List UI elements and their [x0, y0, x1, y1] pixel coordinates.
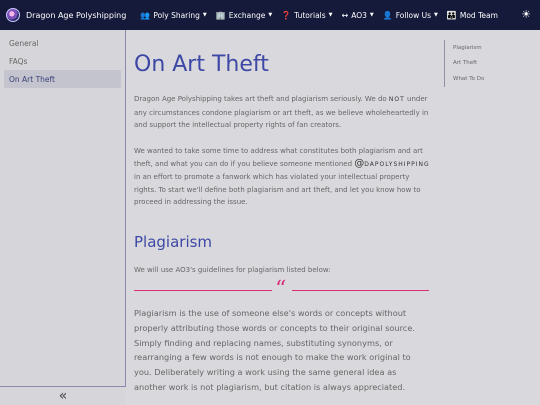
section-heading-plagiarism: Plagiarism	[134, 233, 213, 251]
nav-label: Tutorials	[294, 10, 326, 20]
emphasis-not: NOT	[388, 96, 405, 103]
page-title: On Art Theft	[134, 52, 269, 77]
nav-label: Mod Team	[459, 10, 498, 20]
site-logo	[6, 8, 20, 22]
double-chevron-left-icon: «	[58, 388, 68, 404]
caret-down-icon: ▼	[202, 12, 207, 18]
building-icon: 🏢	[215, 10, 226, 20]
guidelines-intro: We will use AO3's guidelines for plagiar…	[134, 266, 331, 274]
purpose-text-cont: in an effort to promote a fanwork which …	[134, 173, 421, 206]
nav-label: Exchange	[228, 10, 266, 20]
nav-ao3[interactable]: ↔ AO3 ▼	[342, 11, 374, 20]
nav-exchange[interactable]: 🏢 Exchange ▼	[216, 11, 272, 20]
toc-item-art-theft[interactable]: Art Theft	[453, 56, 534, 72]
purpose-paragraph: We wanted to take some time to address w…	[134, 145, 430, 209]
sidebar-item-faqs[interactable]: FAQs	[0, 52, 121, 70]
theme-toggle-sun-icon[interactable]: ☀	[521, 9, 531, 20]
caret-down-icon: ▼	[369, 12, 374, 18]
at-symbol: @	[354, 157, 365, 169]
plagiarism-blockquote: Plagiarism is the use of someone else's …	[134, 308, 415, 392]
quote-icon: “	[275, 277, 287, 302]
caret-down-icon: ▼	[434, 12, 438, 18]
toc-item-what-to-do[interactable]: What To Do	[453, 71, 534, 87]
main-nav: 👥 Poly Sharing ▼ 🏢 Exchange ▼ ❓ Tutorial…	[140, 11, 507, 20]
sidebar: General FAQs On Art Theft «	[0, 30, 126, 405]
mention-link[interactable]: DAPOLYSHIPPING	[364, 161, 429, 168]
caret-down-icon: ▼	[328, 12, 333, 18]
main-content: On Art Theft Dragon Age Polyshipping tak…	[134, 30, 434, 405]
nav-poly-sharing[interactable]: 👥 Poly Sharing ▼	[140, 11, 206, 20]
brand-link[interactable]: Dragon Age Polyshipping	[6, 8, 126, 22]
toc-item-plagiarism[interactable]: Plagiarism	[453, 40, 534, 56]
sidebar-item-on-art-theft[interactable]: On Art Theft	[4, 70, 121, 88]
table-of-contents: Plagiarism Art Theft What To Do	[444, 40, 534, 87]
caret-down-icon: ▼	[268, 12, 273, 18]
question-icon: ❓	[281, 10, 292, 20]
top-navbar: Dragon Age Polyshipping 👥 Poly Sharing ▼…	[0, 0, 540, 30]
nav-label: Follow Us	[395, 10, 432, 20]
brand-title: Dragon Age Polyshipping	[26, 10, 127, 20]
nav-follow-us[interactable]: 👤 Follow Us ▼	[383, 11, 438, 20]
sidebar-collapse-button[interactable]: «	[0, 386, 126, 405]
nav-label: Poly Sharing	[153, 10, 200, 20]
intro-text: Dragon Age Polyshipping takes art theft …	[134, 95, 389, 103]
users-icon: 👥	[140, 10, 151, 20]
user-plus-icon: 👤	[382, 10, 393, 20]
intro-paragraph: Dragon Age Polyshipping takes art theft …	[134, 93, 430, 132]
nav-mod-team[interactable]: 👪 Mod Team	[447, 11, 498, 20]
nav-label: AO3	[351, 10, 367, 20]
nav-tutorials[interactable]: ❓ Tutorials ▼	[281, 11, 332, 20]
arrows-icon: ↔	[341, 10, 349, 20]
sidebar-item-general[interactable]: General	[0, 34, 121, 52]
team-icon: 👪	[446, 10, 457, 20]
